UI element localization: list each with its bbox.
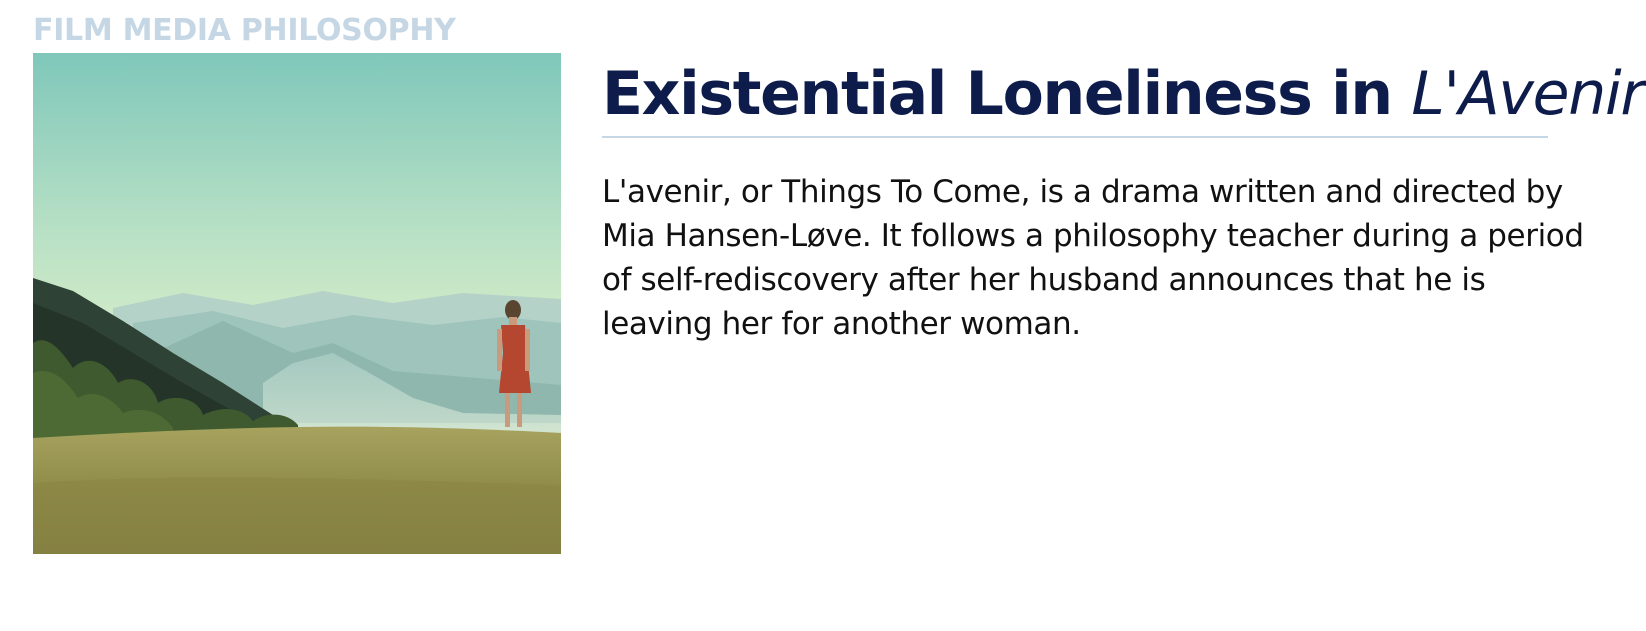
article: Existential Loneliness in L'Avenir L'ave… xyxy=(602,58,1645,346)
article-title-film: L'Avenir xyxy=(1411,59,1645,129)
title-divider xyxy=(602,136,1548,138)
site-label[interactable]: FILM MEDIA PHILOSOPHY xyxy=(33,12,456,50)
article-title[interactable]: Existential Loneliness in L'Avenir xyxy=(602,58,1645,130)
article-title-main: Existential Loneliness in xyxy=(602,59,1412,129)
article-summary: L'avenir, or Things To Come, is a drama … xyxy=(602,174,1584,342)
hero-image xyxy=(33,53,561,554)
